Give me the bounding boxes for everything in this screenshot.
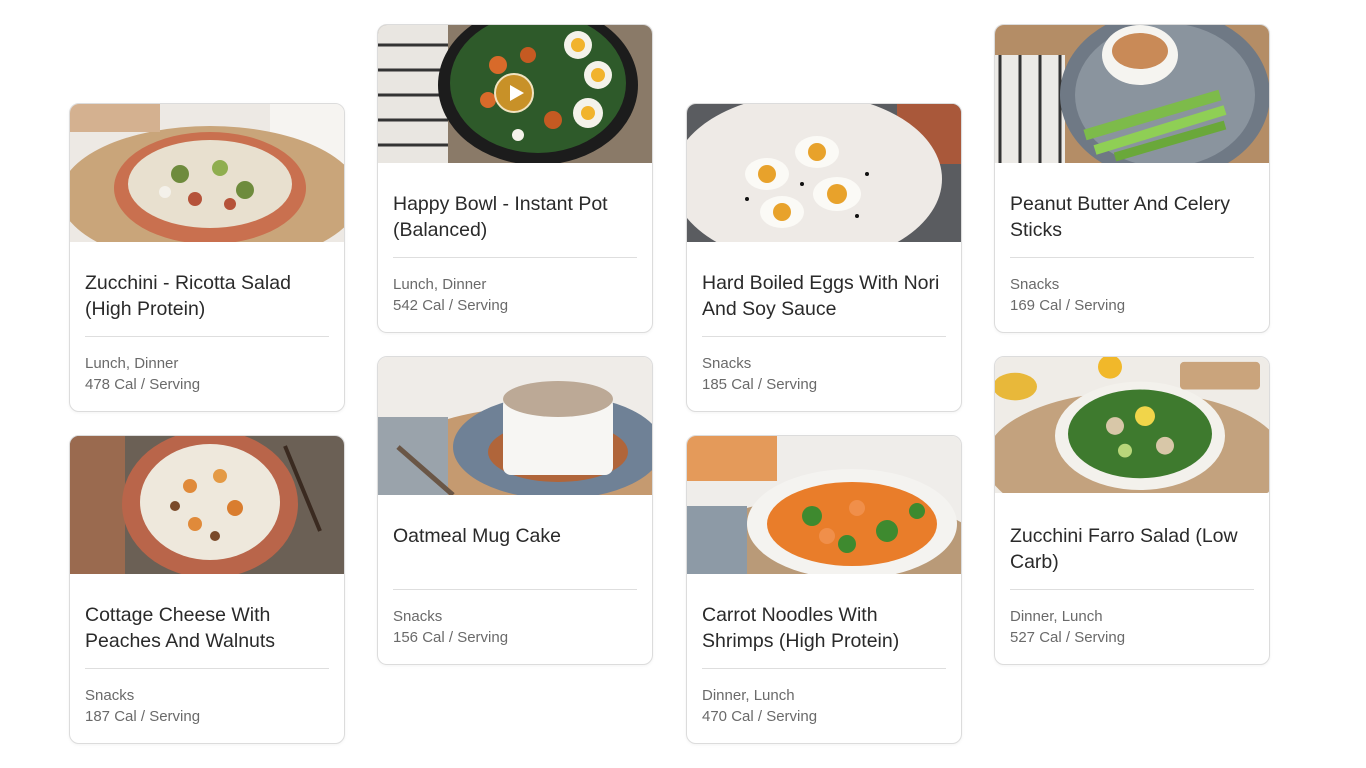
- recipe-photo: [995, 357, 1269, 495]
- recipe-photo: [687, 436, 961, 574]
- recipe-title: Oatmeal Mug Cake: [393, 525, 561, 547]
- recipe-card-cottage-cheese[interactable]: Cottage Cheese With Peaches And Walnuts …: [69, 435, 345, 744]
- recipe-card-hard-boiled-eggs[interactable]: Hard Boiled Eggs With Nori And Soy Sauce…: [686, 103, 962, 412]
- recipe-photo: [378, 357, 652, 495]
- recipe-card-oatmeal-mug-cake[interactable]: Oatmeal Mug Cake Snacks 156 Cal / Servin…: [377, 356, 653, 665]
- recipe-title: Zucchini Farro Salad (Low Carb): [1010, 525, 1238, 573]
- recipe-photo: [378, 25, 652, 163]
- recipe-card-zucchini-ricotta-salad[interactable]: Zucchini - Ricotta Salad (High Protein) …: [69, 103, 345, 412]
- recipe-photo: [70, 436, 344, 574]
- recipe-meal-types: Lunch, Dinner: [85, 355, 179, 372]
- recipe-meal-types: Snacks: [85, 687, 135, 704]
- recipe-meal-types: Lunch, Dinner: [393, 276, 487, 293]
- recipe-calories: 169 Cal / Serving: [1010, 297, 1126, 314]
- recipe-calories: 156 Cal / Serving: [393, 629, 509, 646]
- recipe-calories: 542 Cal / Serving: [393, 297, 509, 314]
- recipe-title: Happy Bowl - Instant Pot (Balanced): [393, 193, 608, 241]
- recipe-card-zucchini-farro-salad[interactable]: Zucchini Farro Salad (Low Carb) Dinner, …: [994, 356, 1270, 665]
- recipe-photo: [687, 104, 961, 242]
- recipe-calories: 185 Cal / Serving: [702, 376, 818, 393]
- recipe-calories: 470 Cal / Serving: [702, 708, 818, 725]
- recipe-title: Zucchini - Ricotta Salad (High Protein): [85, 272, 291, 320]
- recipe-card-carrot-noodles[interactable]: Carrot Noodles With Shrimps (High Protei…: [686, 435, 962, 744]
- recipe-calories: 478 Cal / Serving: [85, 376, 201, 393]
- recipe-meal-types: Dinner, Lunch: [702, 687, 795, 704]
- recipe-photo: [995, 25, 1269, 163]
- recipe-title: Carrot Noodles With Shrimps (High Protei…: [702, 604, 900, 652]
- recipe-title: Peanut Butter And Celery Sticks: [1010, 193, 1231, 241]
- recipe-card-happy-bowl[interactable]: Happy Bowl - Instant Pot (Balanced) Lunc…: [377, 24, 653, 333]
- play-icon[interactable]: [494, 73, 534, 113]
- recipe-meal-types: Dinner, Lunch: [1010, 608, 1103, 625]
- recipe-title: Cottage Cheese With Peaches And Walnuts: [85, 604, 276, 652]
- recipe-calories: 187 Cal / Serving: [85, 708, 201, 725]
- recipe-photo: [70, 104, 344, 242]
- recipe-meal-types: Snacks: [1010, 276, 1060, 293]
- recipe-card-peanut-butter-celery[interactable]: Peanut Butter And Celery Sticks Snacks 1…: [994, 24, 1270, 333]
- recipe-calories: 527 Cal / Serving: [1010, 629, 1126, 646]
- recipe-meal-types: Snacks: [702, 355, 752, 372]
- recipe-title: Hard Boiled Eggs With Nori And Soy Sauce: [702, 272, 940, 320]
- recipe-meal-types: Snacks: [393, 608, 443, 625]
